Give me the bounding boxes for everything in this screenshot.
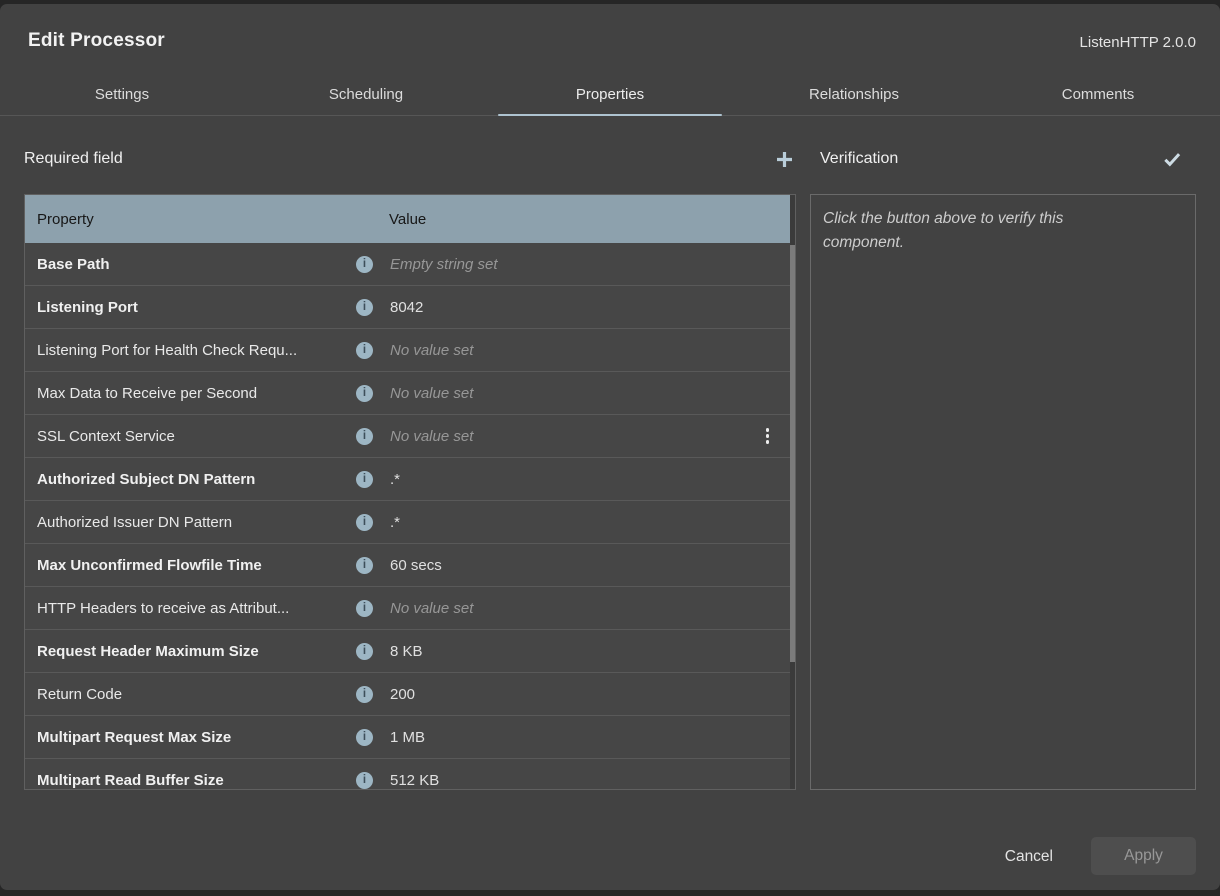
properties-table-body: Base Path i Empty string set Listening P… [25,243,795,790]
property-row[interactable]: Return Code i 200 [25,673,795,716]
property-row[interactable]: SSL Context Service i No value set [25,415,795,458]
tab-label: Comments [1062,86,1135,103]
property-row[interactable]: Authorized Issuer DN Pattern i .* [25,501,795,544]
property-name: Listening Port [25,299,343,316]
info-circle-icon[interactable]: i [356,514,373,531]
property-name: Multipart Read Buffer Size [25,772,343,789]
dialog-content: Required field Property Value Base Path … [0,116,1220,790]
verification-results: Click the button above to verify this co… [810,194,1196,790]
tab-scheduling[interactable]: Scheduling [244,74,488,115]
required-field-label: Required field [24,150,123,168]
dialog-footer: Cancel Apply [0,790,1220,890]
tab-settings[interactable]: Settings [0,74,244,115]
info-circle-icon[interactable]: i [356,428,373,445]
property-name: Authorized Issuer DN Pattern [25,514,343,531]
property-value[interactable]: No value set [390,600,795,617]
tab-bar: Settings Scheduling Properties Relations… [0,74,1220,116]
property-value[interactable]: 1 MB [390,729,795,746]
tab-label: Relationships [809,86,899,103]
info-circle-icon[interactable]: i [356,256,373,273]
info-circle-icon[interactable]: i [356,385,373,402]
info-circle-icon[interactable]: i [356,643,373,660]
property-value[interactable]: Empty string set [390,256,795,273]
info-circle-icon[interactable]: i [356,772,373,789]
property-value[interactable]: 512 KB [390,772,795,789]
property-name: Base Path [25,256,343,273]
apply-button[interactable]: Apply [1091,837,1196,875]
property-name: Listening Port for Health Check Requ... [25,342,343,359]
plus-icon [775,150,794,169]
property-value[interactable]: .* [390,471,795,488]
tab-properties[interactable]: Properties [488,74,732,115]
info-circle-icon[interactable]: i [356,342,373,359]
property-value[interactable]: .* [390,514,795,531]
tab-label: Scheduling [329,86,403,103]
info-circle-icon[interactable]: i [356,299,373,316]
properties-table: Property Value Base Path i Empty string … [24,194,796,790]
verify-button[interactable] [1160,147,1184,171]
column-header-value: Value [378,211,795,228]
property-value[interactable]: No value set [390,428,766,445]
tab-comments[interactable]: Comments [976,74,1220,115]
property-row[interactable]: Multipart Read Buffer Size i 512 KB [25,759,795,790]
scrollbar-thumb[interactable] [790,245,795,662]
property-name: HTTP Headers to receive as Attribut... [25,600,343,617]
property-row[interactable]: Max Data to Receive per Second i No valu… [25,372,795,415]
info-circle-icon[interactable]: i [356,557,373,574]
column-header-property: Property [25,211,378,228]
property-name: Authorized Subject DN Pattern [25,471,343,488]
property-value[interactable]: No value set [390,385,795,402]
property-row[interactable]: Base Path i Empty string set [25,243,795,286]
property-row[interactable]: HTTP Headers to receive as Attribut... i… [25,587,795,630]
tab-label: Settings [95,86,149,103]
cancel-button[interactable]: Cancel [1003,839,1055,875]
verification-panel: Verification Click the button above to v… [810,116,1196,790]
tab-relationships[interactable]: Relationships [732,74,976,115]
property-name: Max Data to Receive per Second [25,385,343,402]
properties-panel-header: Required field [24,116,796,194]
info-circle-icon[interactable]: i [356,729,373,746]
verification-label: Verification [820,150,898,168]
property-row[interactable]: Listening Port i 8042 [25,286,795,329]
property-name: Multipart Request Max Size [25,729,343,746]
processor-version: ListenHTTP 2.0.0 [1080,34,1196,52]
property-row[interactable]: Authorized Subject DN Pattern i .* [25,458,795,501]
table-scrollbar[interactable] [790,195,795,789]
property-name: Return Code [25,686,343,703]
property-row[interactable]: Max Unconfirmed Flowfile Time i 60 secs [25,544,795,587]
page-title: Edit Processor [28,30,165,52]
check-icon [1162,149,1182,169]
property-row[interactable]: Listening Port for Health Check Requ... … [25,329,795,372]
dialog-header: Edit Processor ListenHTTP 2.0.0 [0,4,1220,52]
edit-processor-dialog: Edit Processor ListenHTTP 2.0.0 Settings… [0,4,1220,890]
properties-panel: Required field Property Value Base Path … [24,116,796,790]
property-name: Request Header Maximum Size [25,643,343,660]
add-property-button[interactable] [772,147,796,171]
property-value[interactable]: 200 [390,686,795,703]
info-circle-icon[interactable]: i [356,600,373,617]
verification-placeholder: Click the button above to verify this co… [823,207,1143,255]
info-circle-icon[interactable]: i [356,686,373,703]
property-row[interactable]: Request Header Maximum Size i 8 KB [25,630,795,673]
info-circle-icon[interactable]: i [356,471,373,488]
property-value[interactable]: 60 secs [390,557,795,574]
property-name: Max Unconfirmed Flowfile Time [25,557,343,574]
verification-panel-header: Verification [810,116,1196,194]
property-name: SSL Context Service [25,428,343,445]
property-value[interactable]: 8 KB [390,643,795,660]
property-value[interactable]: No value set [390,342,795,359]
property-row[interactable]: Multipart Request Max Size i 1 MB [25,716,795,759]
properties-table-header: Property Value [25,195,795,243]
tab-label: Properties [576,86,644,103]
property-value[interactable]: 8042 [390,299,795,316]
